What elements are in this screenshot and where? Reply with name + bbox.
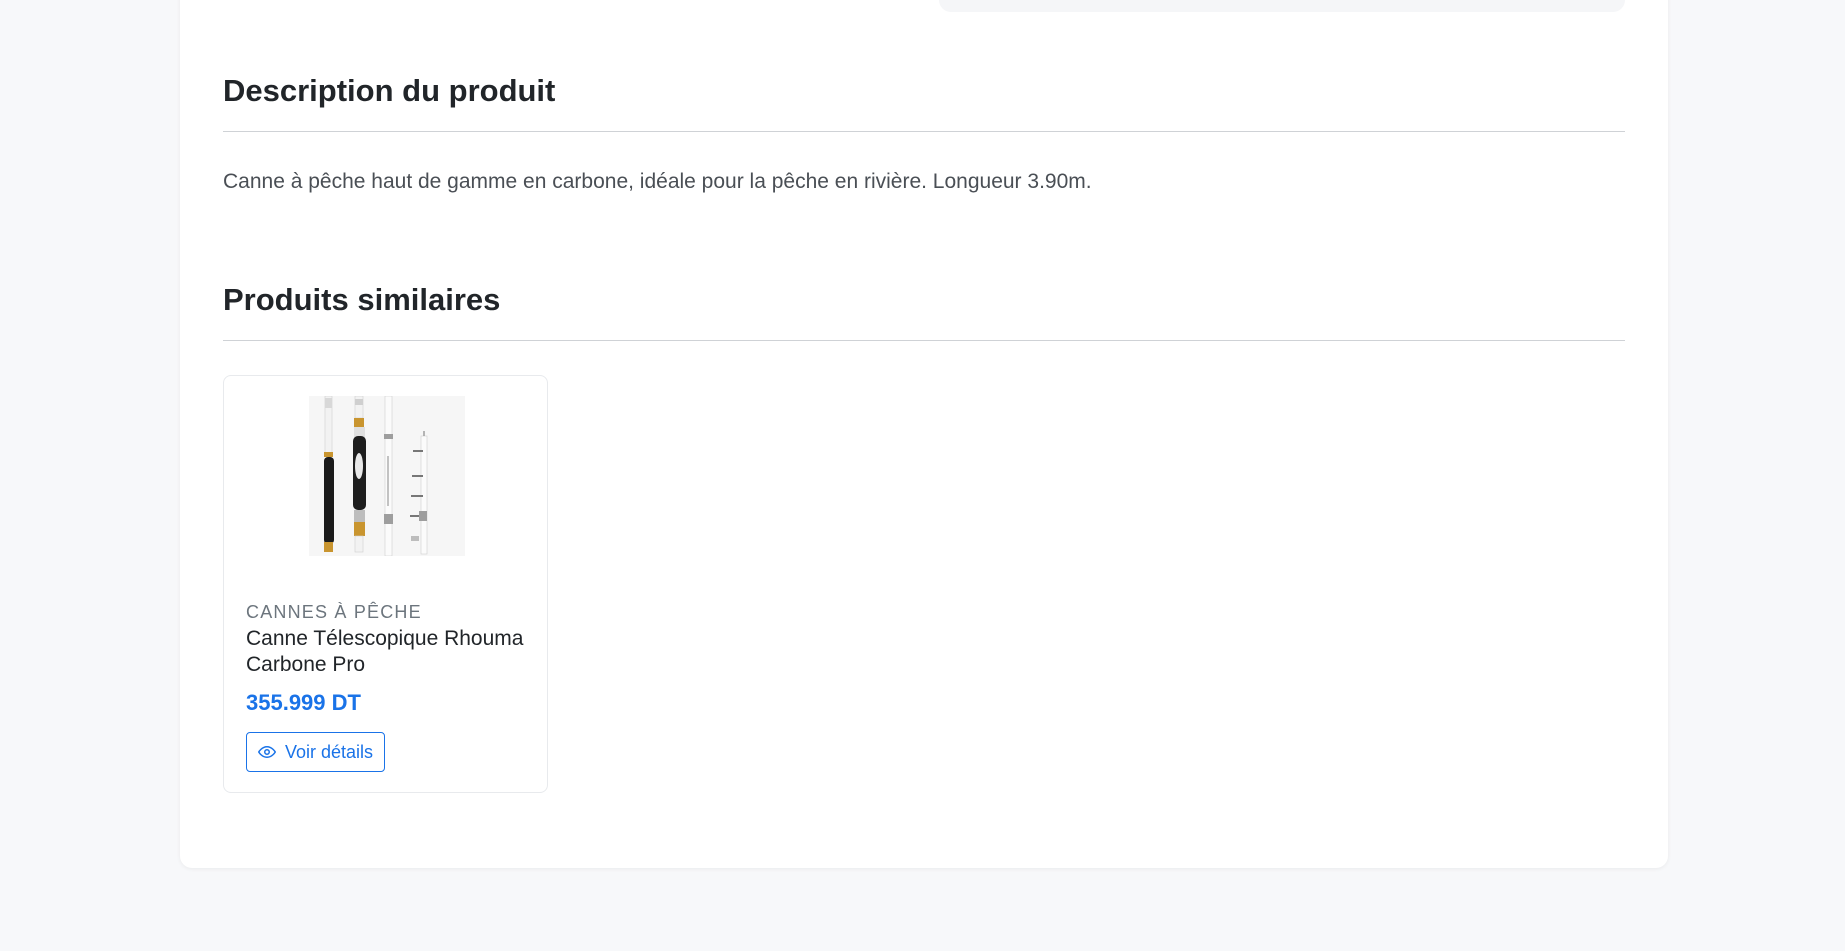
product-card[interactable]: Cannes à pêche Canne Télescopique Rhouma… xyxy=(223,375,548,793)
similar-products-divider xyxy=(223,340,1625,342)
page: Description du produit Canne à pêche hau… xyxy=(0,0,1845,951)
product-category: Cannes à pêche xyxy=(246,602,422,622)
similar-products-section: Produits similaires xyxy=(223,281,1625,342)
fishing-rod-image xyxy=(309,395,465,557)
description-text: Canne à pêche haut de gamme en carbone, … xyxy=(223,170,1092,193)
description-divider xyxy=(223,131,1625,133)
product-name[interactable]: Canne Télescopique Rhouma Carbone Pro xyxy=(246,626,536,678)
view-details-button[interactable]: Voir détails xyxy=(246,732,386,772)
product-image[interactable] xyxy=(309,395,465,557)
description-title: Description du produit xyxy=(223,73,556,108)
similar-products-title: Produits similaires xyxy=(223,282,501,317)
top-panel xyxy=(939,0,1625,12)
description-section: Description du produit xyxy=(223,72,1625,133)
eye-icon xyxy=(258,743,276,761)
view-details-label: Voir détails xyxy=(285,741,374,762)
product-price: 355.999 DT xyxy=(246,690,361,715)
